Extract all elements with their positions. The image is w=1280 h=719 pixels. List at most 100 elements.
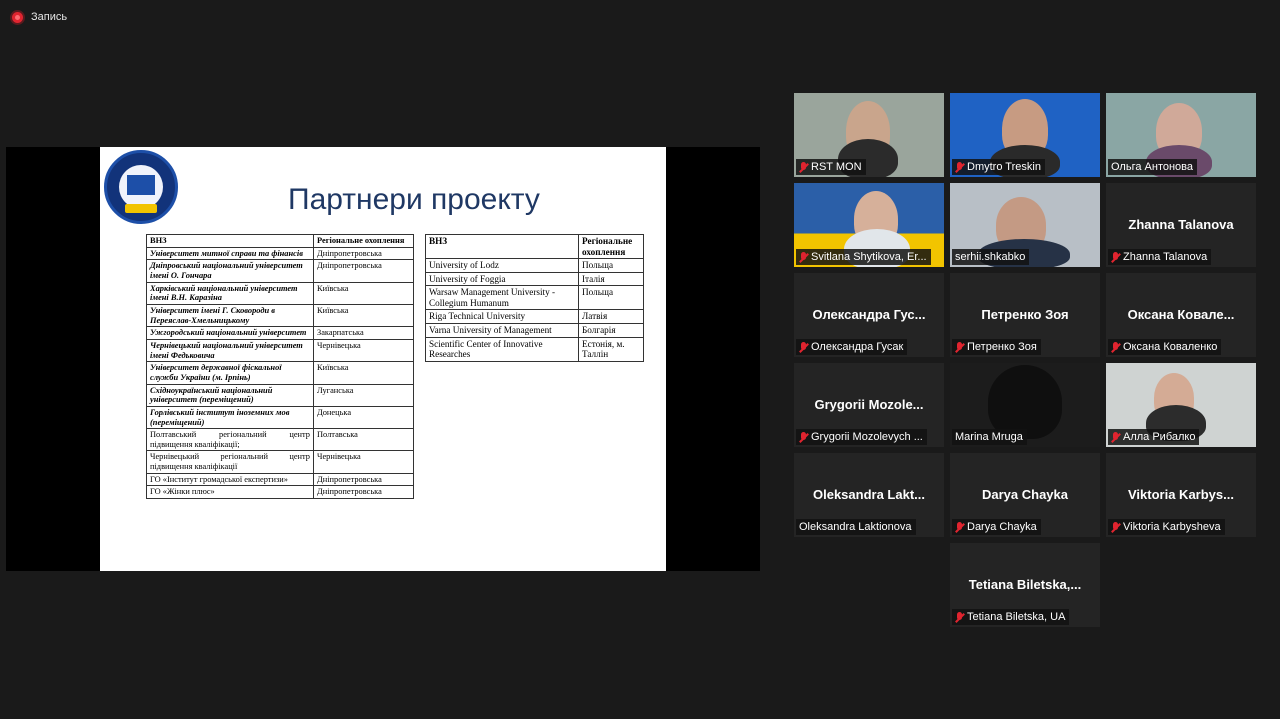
participant-name-label: serhii.shkabko — [952, 249, 1030, 265]
participant-tile[interactable]: Tetiana Biletska,... Tetiana Biletska, UA — [950, 543, 1100, 627]
participant-name: Marina Mruga — [955, 431, 1023, 443]
region-cell: Київська — [313, 281, 414, 305]
participant-name: Zhanna Talanova — [1123, 251, 1208, 263]
participant-tile[interactable]: Marina Mruga — [950, 363, 1100, 447]
participant-tile[interactable]: Олександра Гус... Олександра Гусак — [794, 273, 944, 357]
table-row: Полтавський регіональний центр підвищенн… — [146, 428, 414, 452]
institution-cell: Чернівецький національний університет ім… — [146, 338, 314, 363]
participant-name: Петренко Зоя — [967, 341, 1037, 353]
participant-name-label: Олександра Гусак — [796, 339, 908, 355]
participant-tile[interactable]: Svitlana Shytikova, Er... — [794, 183, 944, 267]
institution-cell: Дніпровський національний університет ім… — [146, 259, 314, 283]
region-cell: Київська — [313, 303, 414, 328]
participant-name-label: Ольга Антонова — [1108, 159, 1198, 175]
mic-muted-icon — [799, 341, 808, 353]
participant-tile[interactable]: Grygorii Mozole... Grygorii Mozolevych ..… — [794, 363, 944, 447]
presentation-slide: Партнери проекту ВНЗ Регіональне охопленн… — [100, 147, 666, 571]
participant-name: Dmytro Treskin — [967, 161, 1041, 173]
region-cell: Донецька — [313, 405, 414, 430]
mic-muted-icon — [955, 611, 964, 623]
column-header: Регіональне охоплення — [578, 233, 644, 260]
table-row: University of Foggia Італія — [425, 271, 644, 287]
institution-cell: Університет імені Г. Сковороди в Переясл… — [146, 303, 314, 328]
mic-muted-icon — [955, 521, 964, 533]
participant-tile[interactable]: Darya Chayka Darya Chayka — [950, 453, 1100, 537]
participant-display-name: Darya Chayka — [982, 487, 1068, 502]
institution-cell: Горлівський інститут іноземних мов (пере… — [146, 405, 314, 430]
participant-display-name: Олександра Гус... — [812, 307, 926, 322]
mic-muted-icon — [799, 251, 808, 263]
recording-label: Запись — [31, 11, 68, 23]
institution-cell: Warsaw Management University - Collegium… — [425, 285, 579, 311]
region-cell: Естонія, м. Таллін — [578, 336, 644, 362]
participant-tile[interactable]: serhii.shkabko — [950, 183, 1100, 267]
record-icon — [12, 11, 23, 23]
institution-cell: University of Foggia — [425, 271, 579, 287]
institution-cell: Полтавський регіональний центр підвищенн… — [146, 428, 314, 452]
slide-title: Партнери проекту — [288, 183, 540, 216]
institution-cell: Riga Technical University — [425, 309, 579, 325]
institution-cell: University of Lodz — [425, 258, 579, 273]
table-row: Warsaw Management University - Collegium… — [425, 285, 644, 311]
region-cell: Дніпропетровська — [313, 485, 414, 500]
participant-name: Oleksandra Laktionova — [799, 521, 912, 533]
table-row: Університет державної фіскальної служби … — [146, 361, 414, 385]
region-cell: Київська — [313, 361, 414, 385]
mic-muted-icon — [1111, 521, 1120, 533]
recording-indicator[interactable]: Запись — [12, 11, 67, 23]
participant-display-name: Oleksandra Lakt... — [813, 487, 925, 502]
participant-name: Алла Рибалко — [1123, 431, 1196, 443]
participant-tile[interactable]: Oleksandra Lakt... Oleksandra Laktionova — [794, 453, 944, 537]
participant-display-name: Оксана Ковале... — [1127, 307, 1235, 322]
institution-cell: Східноукраїнський національний університ… — [146, 383, 314, 407]
participant-tile[interactable]: Алла Рибалко — [1106, 363, 1256, 447]
participant-display-name: Zhanna Talanova — [1128, 217, 1234, 232]
mic-muted-icon — [799, 431, 808, 443]
participant-tile[interactable]: Viktoria Karbys... Viktoria Karbysheva — [1106, 453, 1256, 537]
partners-table-ukraine: ВНЗ Регіональне охоплення Університет митн… — [146, 234, 414, 500]
participant-tile[interactable]: Zhanna Talanova Zhanna Talanova — [1106, 183, 1256, 267]
column-header: ВНЗ — [425, 233, 579, 260]
table-header-row: ВНЗ Регіональне охоплення — [425, 233, 644, 260]
participant-display-name: Grygorii Mozole... — [814, 397, 924, 412]
university-logo-icon — [104, 150, 178, 224]
participant-name-label: Svitlana Shytikova, Er... — [796, 249, 931, 265]
participant-name-label: Dmytro Treskin — [952, 159, 1045, 175]
table-header-row: ВНЗ Регіональне охоплення — [146, 234, 414, 248]
participant-tile[interactable]: Оксана Ковале... Оксана Коваленко — [1106, 273, 1256, 357]
column-header: Регіональне охоплення — [313, 234, 414, 248]
participant-name-label: Oleksandra Laktionova — [796, 519, 916, 535]
participant-tile[interactable]: Ольга Антонова — [1106, 93, 1256, 177]
table-row: Riga Technical University Латвія — [425, 309, 644, 325]
participant-name: Олександра Гусак — [811, 341, 904, 353]
region-cell: Латвія — [578, 309, 644, 325]
table-row: Чернівецький регіональний центр підвищен… — [146, 450, 414, 474]
region-cell: Польща — [578, 285, 644, 311]
participant-name-label: Darya Chayka — [952, 519, 1041, 535]
participant-tile[interactable]: Петренко Зоя Петренко Зоя — [950, 273, 1100, 357]
participant-display-name: Viktoria Karbys... — [1128, 487, 1234, 502]
table-row: Scientific Center of Innovative Research… — [425, 336, 644, 362]
participant-name: serhii.shkabko — [955, 251, 1026, 263]
participant-name-label: Grygorii Mozolevych ... — [796, 429, 927, 445]
mic-muted-icon — [1111, 431, 1120, 443]
participant-name: Оксана Коваленко — [1123, 341, 1218, 353]
participant-name-label: Viktoria Karbysheva — [1108, 519, 1225, 535]
participant-tile[interactable]: RST MON — [794, 93, 944, 177]
participant-display-name: Tetiana Biletska,... — [968, 577, 1082, 592]
region-cell: Чернівецька — [313, 338, 414, 363]
table-row: Харківський національний університет іме… — [146, 281, 414, 305]
region-cell: Закарпатська — [313, 326, 414, 340]
table-row: ГО «Інститут громадської експертизи» Дніп… — [146, 472, 414, 487]
participant-name-label: Оксана Коваленко — [1108, 339, 1222, 355]
institution-cell: Ужгородський національний університет — [146, 326, 314, 340]
region-cell: Дніпропетровська — [313, 472, 414, 487]
table-row: ГО «Жінки плюс» Дніпропетровська — [146, 485, 414, 500]
participant-tile[interactable]: Dmytro Treskin — [950, 93, 1100, 177]
table-row: Університет митної справи та фінансів Дні… — [146, 246, 414, 261]
table-row: Чернівецький національний університет ім… — [146, 338, 414, 363]
mic-muted-icon — [955, 161, 964, 173]
table-row: Varna University of Management Болгарія — [425, 323, 644, 338]
institution-cell: Університет державної фіскальної служби … — [146, 361, 314, 385]
participant-name: Viktoria Karbysheva — [1123, 521, 1221, 533]
